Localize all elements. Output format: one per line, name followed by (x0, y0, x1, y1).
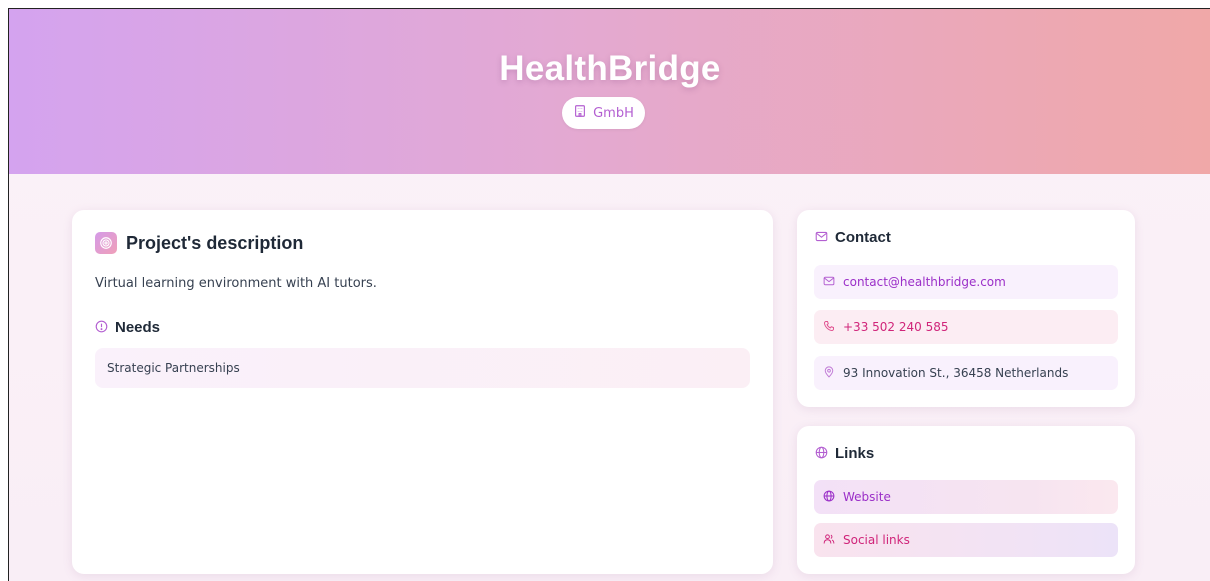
links-card: Links Website Social links (797, 426, 1135, 574)
map-pin-icon (823, 365, 835, 381)
contact-phone: +33 502 240 585 (843, 320, 949, 334)
users-icon (823, 533, 835, 548)
alert-circle-icon (95, 318, 108, 337)
links-title: Links (835, 445, 875, 462)
contact-card: Contact contact@healthbridge.com +33 502… (797, 210, 1135, 407)
company-name: HealthBridge (499, 49, 721, 88)
target-icon (95, 232, 117, 254)
contact-address: 93 Innovation St., 36458 Netherlands (814, 356, 1118, 390)
project-title: Project's description (126, 232, 304, 253)
project-description: Virtual learning environment with AI tut… (95, 276, 377, 291)
mail-icon (823, 275, 835, 290)
legal-form-badge: GmbH (562, 97, 645, 129)
needs-heading: Needs (95, 318, 160, 337)
contact-title: Contact (835, 229, 891, 246)
social-links-link[interactable]: Social links (814, 523, 1118, 557)
contact-address-text: 93 Innovation St., 36458 Netherlands (843, 366, 1069, 380)
page: HealthBridge GmbH Project's description (8, 8, 1210, 581)
contact-email: contact@healthbridge.com (843, 275, 1006, 289)
contact-heading: Contact (815, 228, 891, 247)
needs-title: Needs (115, 319, 161, 336)
website-label: Website (843, 490, 891, 504)
links-heading: Links (815, 444, 874, 463)
building-icon (573, 104, 587, 122)
phone-icon (823, 320, 835, 335)
contact-phone-link[interactable]: +33 502 240 585 (814, 310, 1118, 344)
need-item: Strategic Partnerships (95, 348, 750, 388)
website-link[interactable]: Website (814, 480, 1118, 514)
project-card: Project's description Virtual learning e… (72, 210, 773, 574)
project-heading: Project's description (95, 232, 303, 254)
legal-form-label: GmbH (593, 105, 634, 121)
social-links-label: Social links (843, 533, 910, 547)
hero-header: HealthBridge GmbH (9, 9, 1210, 174)
globe-icon (823, 490, 835, 505)
mail-icon (815, 228, 828, 247)
globe-icon (815, 444, 828, 463)
contact-email-link[interactable]: contact@healthbridge.com (814, 265, 1118, 299)
